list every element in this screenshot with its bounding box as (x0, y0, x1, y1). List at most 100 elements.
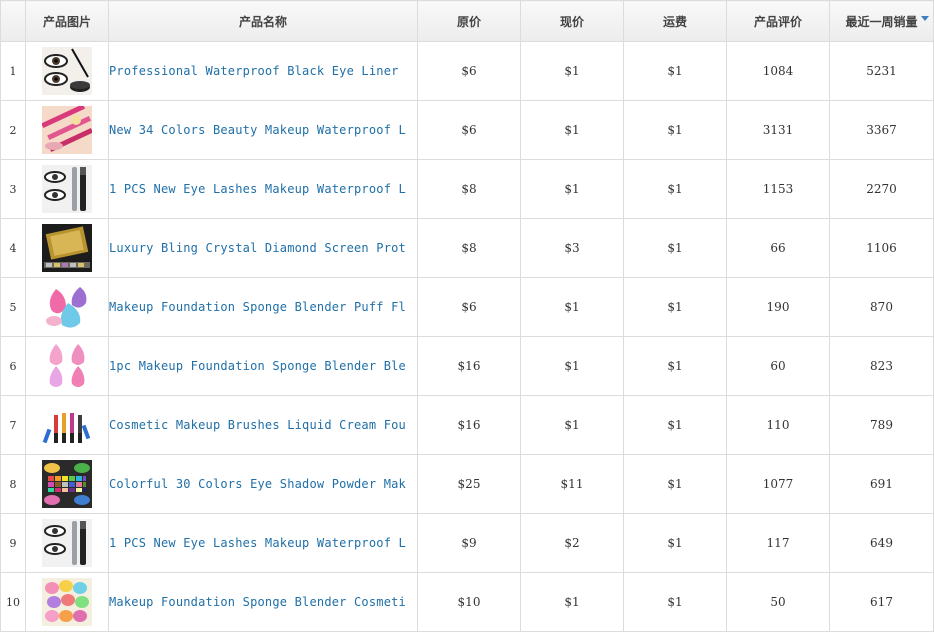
product-name-link[interactable]: Makeup Foundation Sponge Blender Cosmeti (110, 595, 406, 609)
row-index: 5 (0, 277, 26, 337)
weekly-sales: 823 (829, 336, 934, 396)
current-price: $1 (520, 159, 624, 219)
table-row: 3 1 PCS New Eye Lashes Makeup Waterproof… (0, 159, 934, 219)
product-photo[interactable] (42, 106, 92, 154)
product-photo[interactable] (42, 519, 92, 567)
product-image[interactable] (25, 100, 109, 160)
product-name-link[interactable]: Colorful 30 Colors Eye Shadow Powder Mak (110, 477, 406, 491)
header-image[interactable]: 产品图片 (25, 0, 109, 42)
original-price: $10 (417, 572, 521, 632)
product-image[interactable] (25, 395, 109, 455)
weekly-sales: 1106 (829, 218, 934, 278)
product-name-cell: 1 PCS New Eye Lashes Makeup Waterproof L (108, 513, 418, 573)
product-photo[interactable] (42, 165, 92, 213)
product-image[interactable] (25, 336, 109, 396)
current-price: $3 (520, 218, 624, 278)
original-price: $16 (417, 336, 521, 396)
original-price: $25 (417, 454, 521, 514)
product-image[interactable] (25, 277, 109, 337)
product-image[interactable] (25, 218, 109, 278)
weekly-sales: 649 (829, 513, 934, 573)
product-photo[interactable] (42, 401, 92, 449)
current-price: $1 (520, 277, 624, 337)
shipping-fee: $1 (623, 395, 727, 455)
current-price: $11 (520, 454, 624, 514)
product-name-link[interactable]: 1 PCS New Eye Lashes Makeup Waterproof L (110, 536, 406, 550)
product-photo[interactable] (42, 342, 92, 390)
review-count: 1153 (726, 159, 830, 219)
product-name-link[interactable]: 1 PCS New Eye Lashes Makeup Waterproof L (110, 182, 406, 196)
row-index: 9 (0, 513, 26, 573)
product-image[interactable] (25, 572, 109, 632)
header-shipping[interactable]: 运费 (623, 0, 727, 42)
product-photo[interactable] (42, 224, 92, 272)
table-row: 6 1pc Makeup Foundation Sponge Blender B… (0, 336, 934, 396)
weekly-sales: 789 (829, 395, 934, 455)
product-image[interactable] (25, 513, 109, 573)
product-name-cell: Makeup Foundation Sponge Blender Cosmeti (108, 572, 418, 632)
product-name-link[interactable]: Luxury Bling Crystal Diamond Screen Prot (110, 241, 406, 255)
shipping-fee: $1 (623, 277, 727, 337)
table-row: 8 Colorful 30 Colors Eye Shadow Powder M… (0, 454, 934, 514)
review-count: 1077 (726, 454, 830, 514)
row-index: 10 (0, 572, 26, 632)
sort-down-icon[interactable] (921, 16, 929, 21)
weekly-sales: 2270 (829, 159, 934, 219)
review-count: 3131 (726, 100, 830, 160)
header-original-price[interactable]: 原价 (417, 0, 521, 42)
product-image[interactable] (25, 454, 109, 514)
shipping-fee: $1 (623, 513, 727, 573)
current-price: $1 (520, 41, 624, 101)
product-name-cell: Colorful 30 Colors Eye Shadow Powder Mak (108, 454, 418, 514)
product-name-cell: Professional Waterproof Black Eye Liner (108, 41, 418, 101)
row-index: 2 (0, 100, 26, 160)
original-price: $6 (417, 277, 521, 337)
product-photo[interactable] (42, 47, 92, 95)
row-index: 3 (0, 159, 26, 219)
product-photo[interactable] (42, 460, 92, 508)
table-row: 10 Makeup Foundation Sponge Blender Cosm… (0, 572, 934, 632)
table-row: 2 New 34 Colors Beauty Makeup Waterproof… (0, 100, 934, 160)
product-name-cell: New 34 Colors Beauty Makeup Waterproof L (108, 100, 418, 160)
weekly-sales: 691 (829, 454, 934, 514)
table-row: 5 Makeup Foundation Sponge Blender Puff … (0, 277, 934, 337)
products-table: 产品图片 产品名称 原价 现价 运费 产品评价 最近一周销量 1 Profess… (0, 0, 934, 632)
table-row: 7 Cosmetic Makeup Brushes Liquid Cream F… (0, 395, 934, 455)
header-current-price[interactable]: 现价 (520, 0, 624, 42)
current-price: $1 (520, 336, 624, 396)
product-name-link[interactable]: Cosmetic Makeup Brushes Liquid Cream Fou (110, 418, 406, 432)
original-price: $9 (417, 513, 521, 573)
header-reviews[interactable]: 产品评价 (726, 0, 830, 42)
header-name[interactable]: 产品名称 (108, 0, 418, 42)
product-name-link[interactable]: Makeup Foundation Sponge Blender Puff Fl (110, 300, 406, 314)
row-index: 1 (0, 41, 26, 101)
shipping-fee: $1 (623, 454, 727, 514)
weekly-sales: 3367 (829, 100, 934, 160)
product-name-cell: Cosmetic Makeup Brushes Liquid Cream Fou (108, 395, 418, 455)
header-weekly-sales[interactable]: 最近一周销量 (829, 0, 934, 42)
shipping-fee: $1 (623, 218, 727, 278)
review-count: 50 (726, 572, 830, 632)
product-name-link[interactable]: 1pc Makeup Foundation Sponge Blender Ble (110, 359, 406, 373)
current-price: $1 (520, 572, 624, 632)
product-name-link[interactable]: New 34 Colors Beauty Makeup Waterproof L (110, 123, 406, 137)
review-count: 190 (726, 277, 830, 337)
header-index (0, 0, 26, 42)
product-image[interactable] (25, 159, 109, 219)
product-name-link[interactable]: Professional Waterproof Black Eye Liner (110, 64, 399, 78)
row-index: 8 (0, 454, 26, 514)
row-index: 7 (0, 395, 26, 455)
table-row: 4 Luxury Bling Crystal Diamond Screen Pr… (0, 218, 934, 278)
review-count: 117 (726, 513, 830, 573)
product-photo[interactable] (42, 283, 92, 331)
product-image[interactable] (25, 41, 109, 101)
review-count: 60 (726, 336, 830, 396)
header-row: 产品图片 产品名称 原价 现价 运费 产品评价 最近一周销量 (0, 0, 934, 42)
product-photo[interactable] (42, 578, 92, 626)
shipping-fee: $1 (623, 572, 727, 632)
review-count: 1084 (726, 41, 830, 101)
original-price: $16 (417, 395, 521, 455)
weekly-sales: 617 (829, 572, 934, 632)
original-price: $8 (417, 159, 521, 219)
current-price: $1 (520, 395, 624, 455)
